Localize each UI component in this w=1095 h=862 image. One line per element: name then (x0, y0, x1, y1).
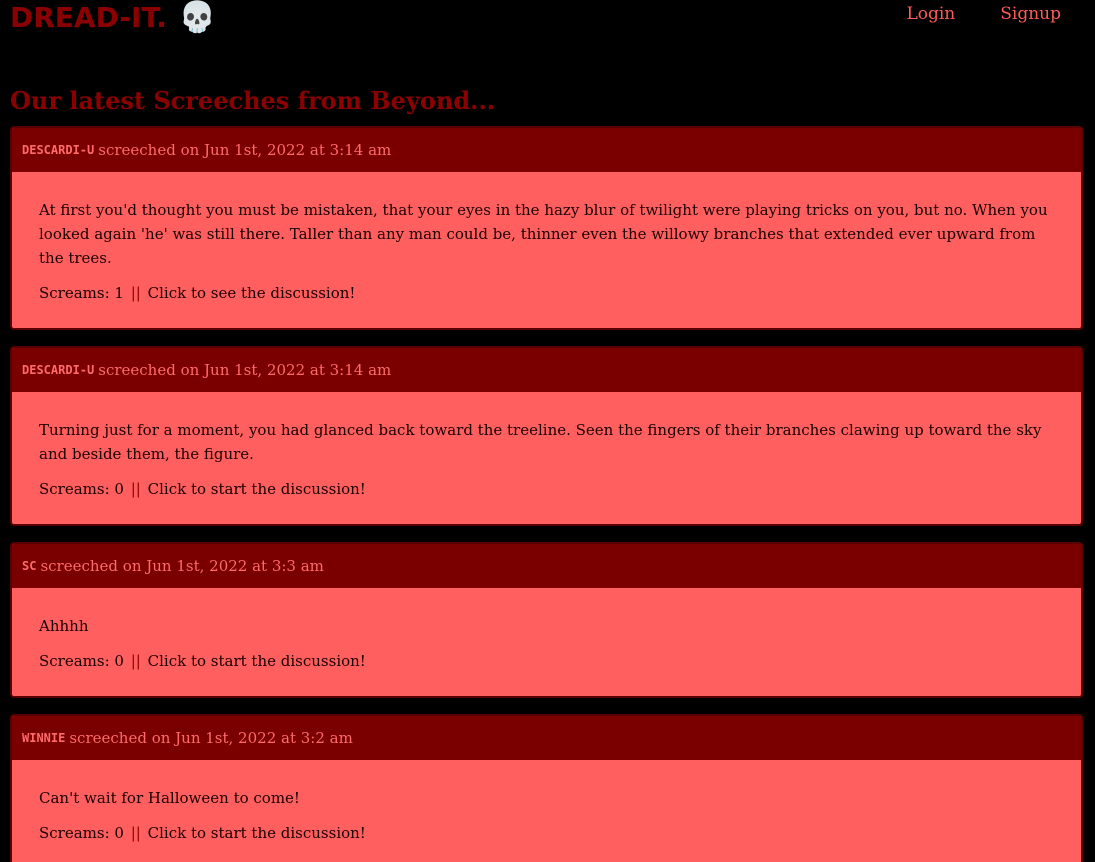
post-timestamp: screeched on Jun 1st, 2022 at 3:2 am (69, 729, 353, 747)
post-card: descardi-u screeched on Jun 1st, 2022 at… (10, 126, 1083, 330)
page-title: Our latest Screeches from Beyond... (10, 86, 496, 115)
post-body: Ahhhh Screams: 0 || Click to start the d… (12, 588, 1081, 696)
separator: || (130, 824, 141, 842)
scream-count: Screams: 1 (39, 284, 124, 302)
top-navbar: DREAD-IT. 💀 Login Signup (0, 0, 1095, 40)
post-body: Can't wait for Halloween to come! Scream… (12, 760, 1081, 862)
brand-logo-link[interactable]: DREAD-IT. 💀 (10, 0, 216, 36)
post-feed: descardi-u screeched on Jun 1st, 2022 at… (10, 126, 1083, 862)
login-link[interactable]: Login (906, 4, 955, 24)
post-text: At first you'd thought you must be mista… (39, 201, 1048, 267)
signup-link[interactable]: Signup (1000, 4, 1061, 24)
post-header: sc screeched on Jun 1st, 2022 at 3:3 am (12, 544, 1081, 588)
post-header: descardi-u screeched on Jun 1st, 2022 at… (12, 348, 1081, 392)
post-meta: Screams: 0 || Click to start the discuss… (39, 810, 1054, 862)
post-body: Turning just for a moment, you had glanc… (12, 392, 1081, 524)
scream-count: Screams: 0 (39, 652, 124, 670)
separator: || (130, 480, 141, 498)
post-header: winnie screeched on Jun 1st, 2022 at 3:2… (12, 716, 1081, 760)
post-meta: Screams: 1 || Click to see the discussio… (39, 270, 1054, 328)
discussion-link[interactable]: Click to see the discussion! (148, 284, 356, 302)
post-text: Can't wait for Halloween to come! (39, 789, 300, 807)
scream-count: Screams: 0 (39, 480, 124, 498)
post-timestamp: screeched on Jun 1st, 2022 at 3:3 am (40, 557, 324, 575)
discussion-link[interactable]: Click to start the discussion! (148, 480, 366, 498)
separator: || (130, 284, 141, 302)
scream-count: Screams: 0 (39, 824, 124, 842)
post-header: descardi-u screeched on Jun 1st, 2022 at… (12, 128, 1081, 172)
skull-icon: 💀 (178, 0, 217, 35)
post-meta: Screams: 0 || Click to start the discuss… (39, 466, 1054, 524)
post-text: Turning just for a moment, you had glanc… (39, 421, 1042, 463)
post-card: descardi-u screeched on Jun 1st, 2022 at… (10, 346, 1083, 526)
post-card: sc screeched on Jun 1st, 2022 at 3:3 am … (10, 542, 1083, 698)
post-author-link[interactable]: winnie (22, 731, 65, 745)
post-author-link[interactable]: descardi-u (22, 143, 94, 157)
discussion-link[interactable]: Click to start the discussion! (148, 824, 366, 842)
discussion-link[interactable]: Click to start the discussion! (148, 652, 366, 670)
post-timestamp: screeched on Jun 1st, 2022 at 3:14 am (98, 141, 392, 159)
separator: || (130, 652, 141, 670)
post-card: winnie screeched on Jun 1st, 2022 at 3:2… (10, 714, 1083, 862)
post-timestamp: screeched on Jun 1st, 2022 at 3:14 am (98, 361, 392, 379)
post-meta: Screams: 0 || Click to start the discuss… (39, 638, 1054, 696)
post-body: At first you'd thought you must be mista… (12, 172, 1081, 328)
post-author-link[interactable]: sc (22, 559, 36, 573)
post-author-link[interactable]: descardi-u (22, 363, 94, 377)
brand-name: DREAD-IT. (10, 1, 167, 34)
post-text: Ahhhh (39, 617, 89, 635)
nav-links: Login Signup (906, 4, 1061, 24)
